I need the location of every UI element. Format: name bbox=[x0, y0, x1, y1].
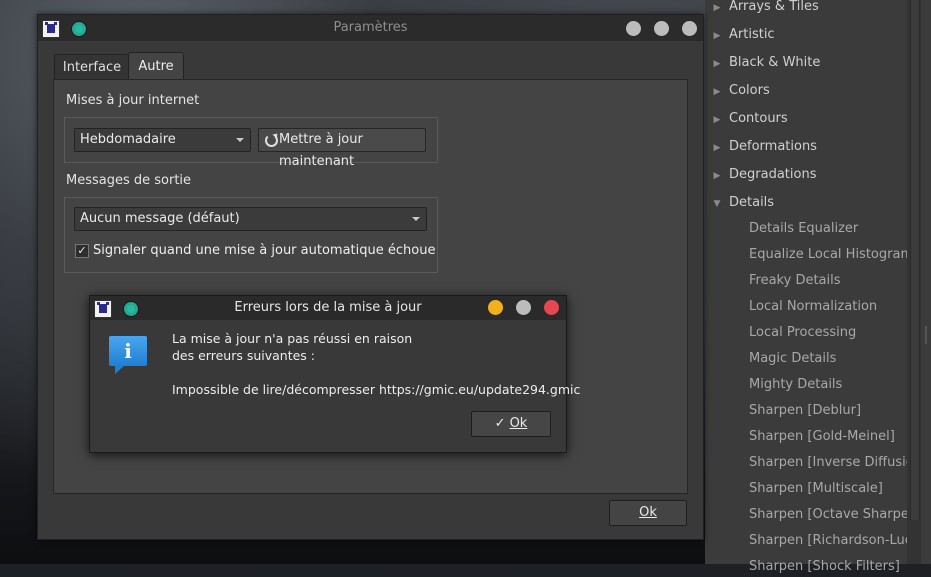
error-message-line2: des erreurs suivantes : bbox=[172, 348, 315, 363]
panel-splitter[interactable] bbox=[921, 0, 931, 564]
filter-item[interactable]: Mighty Details bbox=[749, 375, 842, 395]
close-button[interactable] bbox=[682, 21, 697, 36]
dialog-title: Paramètres bbox=[333, 20, 408, 35]
filter-category-artistic[interactable]: ▶ Artistic bbox=[705, 25, 775, 45]
minimize-button[interactable] bbox=[488, 300, 503, 315]
update-now-label: Mettre à jour maintenant bbox=[279, 132, 363, 169]
filter-scrollbar[interactable] bbox=[907, 0, 921, 564]
expand-arrow-icon: ▶ bbox=[713, 143, 721, 153]
maximize-button[interactable] bbox=[516, 300, 531, 315]
splitter-grip-icon bbox=[925, 326, 927, 344]
error-ok-label: Ok bbox=[509, 416, 528, 431]
expand-arrow-icon: ▶ bbox=[713, 3, 721, 13]
close-button[interactable] bbox=[544, 300, 559, 315]
filter-category-arrays-tiles[interactable]: ▶ Arrays & Tiles bbox=[705, 0, 819, 17]
info-icon: i bbox=[109, 336, 147, 374]
filter-item[interactable]: Details Equalizer bbox=[749, 219, 858, 239]
maximize-button[interactable] bbox=[654, 21, 669, 36]
chevron-down-icon bbox=[236, 138, 244, 142]
filter-category-colors[interactable]: ▶ Colors bbox=[705, 81, 770, 101]
dialog-titlebar[interactable]: Paramètres bbox=[38, 15, 703, 41]
update-frequency-select[interactable]: Hebdomadaire bbox=[74, 128, 251, 152]
error-detail: Impossible de lire/décompresser https://… bbox=[172, 382, 581, 397]
filter-item[interactable]: Sharpen [Richardson-Lucy] bbox=[749, 531, 925, 551]
update-error-dialog: Erreurs lors de la mise à jour i La mise… bbox=[89, 295, 580, 453]
filter-category-black-white[interactable]: ▶ Black & White bbox=[705, 53, 821, 73]
filter-item[interactable]: Sharpen [Shock Filters] bbox=[749, 557, 900, 577]
scrollbar-thumb[interactable] bbox=[910, 0, 920, 520]
chevron-down-icon bbox=[412, 217, 420, 221]
filter-item[interactable]: Sharpen [Inverse Diffusion] bbox=[749, 453, 927, 473]
filter-category-contours[interactable]: ▶ Contours bbox=[705, 109, 788, 129]
tab-interface[interactable]: Interface bbox=[54, 54, 130, 80]
minimize-button[interactable] bbox=[626, 21, 641, 36]
output-messages-select[interactable]: Aucun message (défaut) bbox=[74, 207, 427, 231]
filter-item[interactable]: Sharpen [Gold-Meinel] bbox=[749, 427, 895, 447]
tab-autre[interactable]: Autre bbox=[128, 52, 184, 80]
output-messages-value: Aucun message (défaut) bbox=[80, 211, 240, 226]
error-dialog-body: i La mise à jour n'a pas réussi en raiso… bbox=[94, 320, 580, 448]
expand-arrow-icon: ▶ bbox=[713, 115, 721, 125]
error-dialog-titlebar[interactable]: Erreurs lors de la mise à jour bbox=[90, 296, 566, 320]
filter-item[interactable]: Local Processing bbox=[749, 323, 856, 343]
expand-arrow-icon: ▶ bbox=[713, 59, 721, 69]
ok-button-label: Ok bbox=[639, 505, 657, 520]
refresh-icon bbox=[265, 134, 278, 147]
expand-arrow-icon: ▶ bbox=[713, 171, 721, 181]
collapse-arrow-icon: ▼ bbox=[713, 199, 721, 209]
filter-item[interactable]: Sharpen [Deblur] bbox=[749, 401, 861, 421]
notify-failure-label[interactable]: Signaler quand une mise à jour automatiq… bbox=[93, 242, 435, 259]
filter-tree-panel: ▶ Arrays & Tiles ▶ Artistic ▶ Black & White… bbox=[705, 0, 931, 574]
error-ok-button[interactable]: ✓ Ok bbox=[471, 411, 551, 437]
filter-category-details[interactable]: ▼ Details bbox=[705, 193, 775, 213]
check-icon: ✓ bbox=[494, 416, 506, 431]
updates-section-label: Mises à jour internet bbox=[66, 93, 200, 108]
filter-item[interactable]: Magic Details bbox=[749, 349, 836, 369]
notify-failure-checkbox[interactable]: ✓ bbox=[75, 244, 89, 258]
filter-item[interactable]: Equalize Local Histograms bbox=[749, 245, 920, 265]
output-groupbox: Aucun message (défaut) ✓ Signaler quand … bbox=[64, 197, 438, 273]
filter-item[interactable]: Freaky Details bbox=[749, 271, 841, 291]
settings-dialog: Paramètres Interface Autre Mises à jour … bbox=[37, 14, 704, 540]
updates-groupbox: Hebdomadaire Mettre à jour maintenant bbox=[64, 117, 438, 169]
expand-arrow-icon: ▶ bbox=[713, 31, 721, 41]
error-message-line1: La mise à jour n'a pas réussi en raison bbox=[172, 331, 413, 346]
update-now-button[interactable]: Mettre à jour maintenant bbox=[258, 128, 426, 169]
filter-item[interactable]: Sharpen [Octave Sharpening] bbox=[749, 505, 907, 525]
filter-category-degradations[interactable]: ▶ Degradations bbox=[705, 165, 817, 185]
filter-item[interactable]: Sharpen [Multiscale] bbox=[749, 479, 883, 499]
update-frequency-value: Hebdomadaire bbox=[80, 132, 176, 147]
ok-button[interactable]: Ok bbox=[609, 500, 687, 526]
output-section-label: Messages de sortie bbox=[66, 173, 192, 188]
expand-arrow-icon: ▶ bbox=[713, 87, 721, 97]
filter-category-deformations[interactable]: ▶ Deformations bbox=[705, 137, 817, 157]
filter-item[interactable]: Local Normalization bbox=[749, 297, 877, 317]
